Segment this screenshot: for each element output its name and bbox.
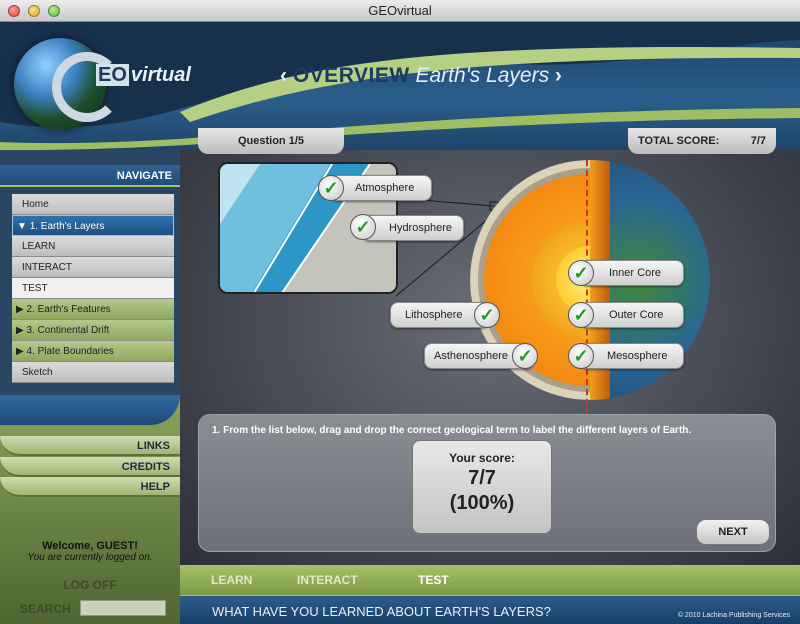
menu-item-label: 3. Continental Drift	[26, 325, 110, 336]
menu-item-interact[interactable]: INTERACT	[12, 257, 174, 278]
tab-test[interactable]: TEST	[418, 573, 449, 587]
label-mesosphere[interactable]: Mesosphere	[580, 343, 684, 369]
label-outer-core[interactable]: Outer Core	[580, 302, 684, 328]
label-text: Atmosphere	[355, 182, 415, 194]
window-titlebar: GEOvirtual	[0, 0, 800, 22]
copyright-text: © 2010 Lachina Publishing Services	[677, 612, 790, 619]
question-instruction: 1. From the list below, drag and drop th…	[212, 425, 692, 436]
score-percent: (100%)	[449, 492, 515, 514]
total-score-label: TOTAL SCORE:	[638, 135, 720, 147]
navigate-header: NAVIGATE	[0, 165, 180, 187]
total-score-value: 7/7	[750, 135, 766, 147]
tab-learn[interactable]: LEARN	[211, 573, 252, 587]
menu-item-label: 4. Plate Boundaries	[26, 346, 114, 357]
app-logo-text: EO virtual	[96, 64, 193, 87]
check-icon: ✓	[568, 302, 594, 328]
menu-item-home[interactable]: Home	[12, 194, 174, 215]
logo-g-letter	[52, 52, 122, 122]
menu-item-label: 2. Earth's Features	[26, 304, 111, 315]
topic-label: Earth's Layers	[415, 64, 550, 87]
navigation-menu: Home ▼ 1. Earth's Layers LEARN INTERACT …	[12, 194, 174, 383]
logo-virtual: virtual	[130, 64, 191, 86]
next-arrow-icon[interactable]: ›	[555, 64, 562, 87]
label-text: Outer Core	[609, 309, 664, 321]
label-text: Hydrosphere	[389, 222, 452, 234]
label-text: Lithosphere	[405, 309, 463, 321]
label-hydrosphere[interactable]: Hydrosphere	[362, 215, 464, 241]
menu-item-sketch[interactable]: Sketch	[12, 362, 174, 383]
section-label: OVERVIEW	[292, 64, 410, 87]
welcome-message: Welcome, GUEST! You are currently logged…	[0, 540, 180, 563]
label-atmosphere[interactable]: Atmosphere	[330, 175, 432, 201]
tab-interact[interactable]: INTERACT	[297, 573, 358, 587]
label-text: Mesosphere	[607, 350, 668, 362]
search-input[interactable]	[80, 600, 166, 616]
log-off-button[interactable]: LOG OFF	[0, 578, 180, 592]
previous-arrow-icon[interactable]: ‹	[280, 64, 287, 87]
window-title: GEOvirtual	[368, 3, 432, 18]
search-label: SEARCH	[20, 602, 71, 616]
sidebar-wave	[0, 395, 180, 425]
logged-on-text: You are currently logged on.	[27, 552, 153, 563]
menu-item-label: 1. Earth's Layers	[29, 221, 105, 232]
check-icon: ✓	[568, 343, 594, 369]
menu-item-plate-boundaries[interactable]: ▶ 4. Plate Boundaries	[12, 341, 174, 362]
links-button[interactable]: LINKS	[0, 436, 180, 456]
your-score-label: Your score:	[449, 451, 515, 465]
help-button[interactable]: HELP	[0, 477, 180, 497]
menu-item-test[interactable]: TEST	[12, 278, 174, 299]
collapsed-arrow-icon: ▶	[16, 325, 27, 336]
check-icon: ✓	[318, 175, 344, 201]
check-icon: ✓	[568, 260, 594, 286]
cut-line	[586, 160, 588, 415]
check-icon: ✓	[512, 343, 538, 369]
welcome-text: Welcome, GUEST!	[42, 540, 138, 552]
total-score: 7/7 TOTAL SCORE:	[628, 128, 776, 154]
close-window-button[interactable]	[8, 5, 20, 17]
menu-item-learn[interactable]: LEARN	[12, 236, 174, 257]
score-result-box: Your score: 7/7 (100%)	[412, 440, 552, 534]
zoom-window-button[interactable]	[48, 5, 60, 17]
check-icon: ✓	[474, 302, 500, 328]
minimize-window-button[interactable]	[28, 5, 40, 17]
next-button[interactable]: NEXT	[696, 519, 770, 545]
score-fraction: 7/7	[468, 467, 496, 489]
question-counter: Question 1/5	[198, 128, 344, 154]
check-icon: ✓	[350, 214, 376, 240]
label-inner-core[interactable]: Inner Core	[580, 260, 684, 286]
footer-bar: WHAT HAVE YOU LEARNED ABOUT EARTH'S LAYE…	[180, 595, 800, 624]
logo-eo: EO	[96, 64, 129, 86]
menu-item-earths-features[interactable]: ▶ 2. Earth's Features	[12, 299, 174, 320]
mode-tab-bar	[180, 565, 800, 595]
footer-heading: WHAT HAVE YOU LEARNED ABOUT EARTH'S LAYE…	[212, 604, 551, 619]
collapsed-arrow-icon: ▶	[16, 304, 27, 315]
expanded-arrow-icon: ▼	[17, 221, 30, 232]
credits-button[interactable]: CREDITS	[0, 457, 180, 477]
label-text: Asthenosphere	[434, 350, 508, 362]
menu-item-earths-layers[interactable]: ▼ 1. Earth's Layers	[12, 215, 174, 236]
label-text: Inner Core	[609, 267, 661, 279]
overview-title: ‹ OVERVIEW Earth's Layers ›	[280, 64, 562, 88]
menu-item-continental-drift[interactable]: ▶ 3. Continental Drift	[12, 320, 174, 341]
collapsed-arrow-icon: ▶	[16, 346, 27, 357]
